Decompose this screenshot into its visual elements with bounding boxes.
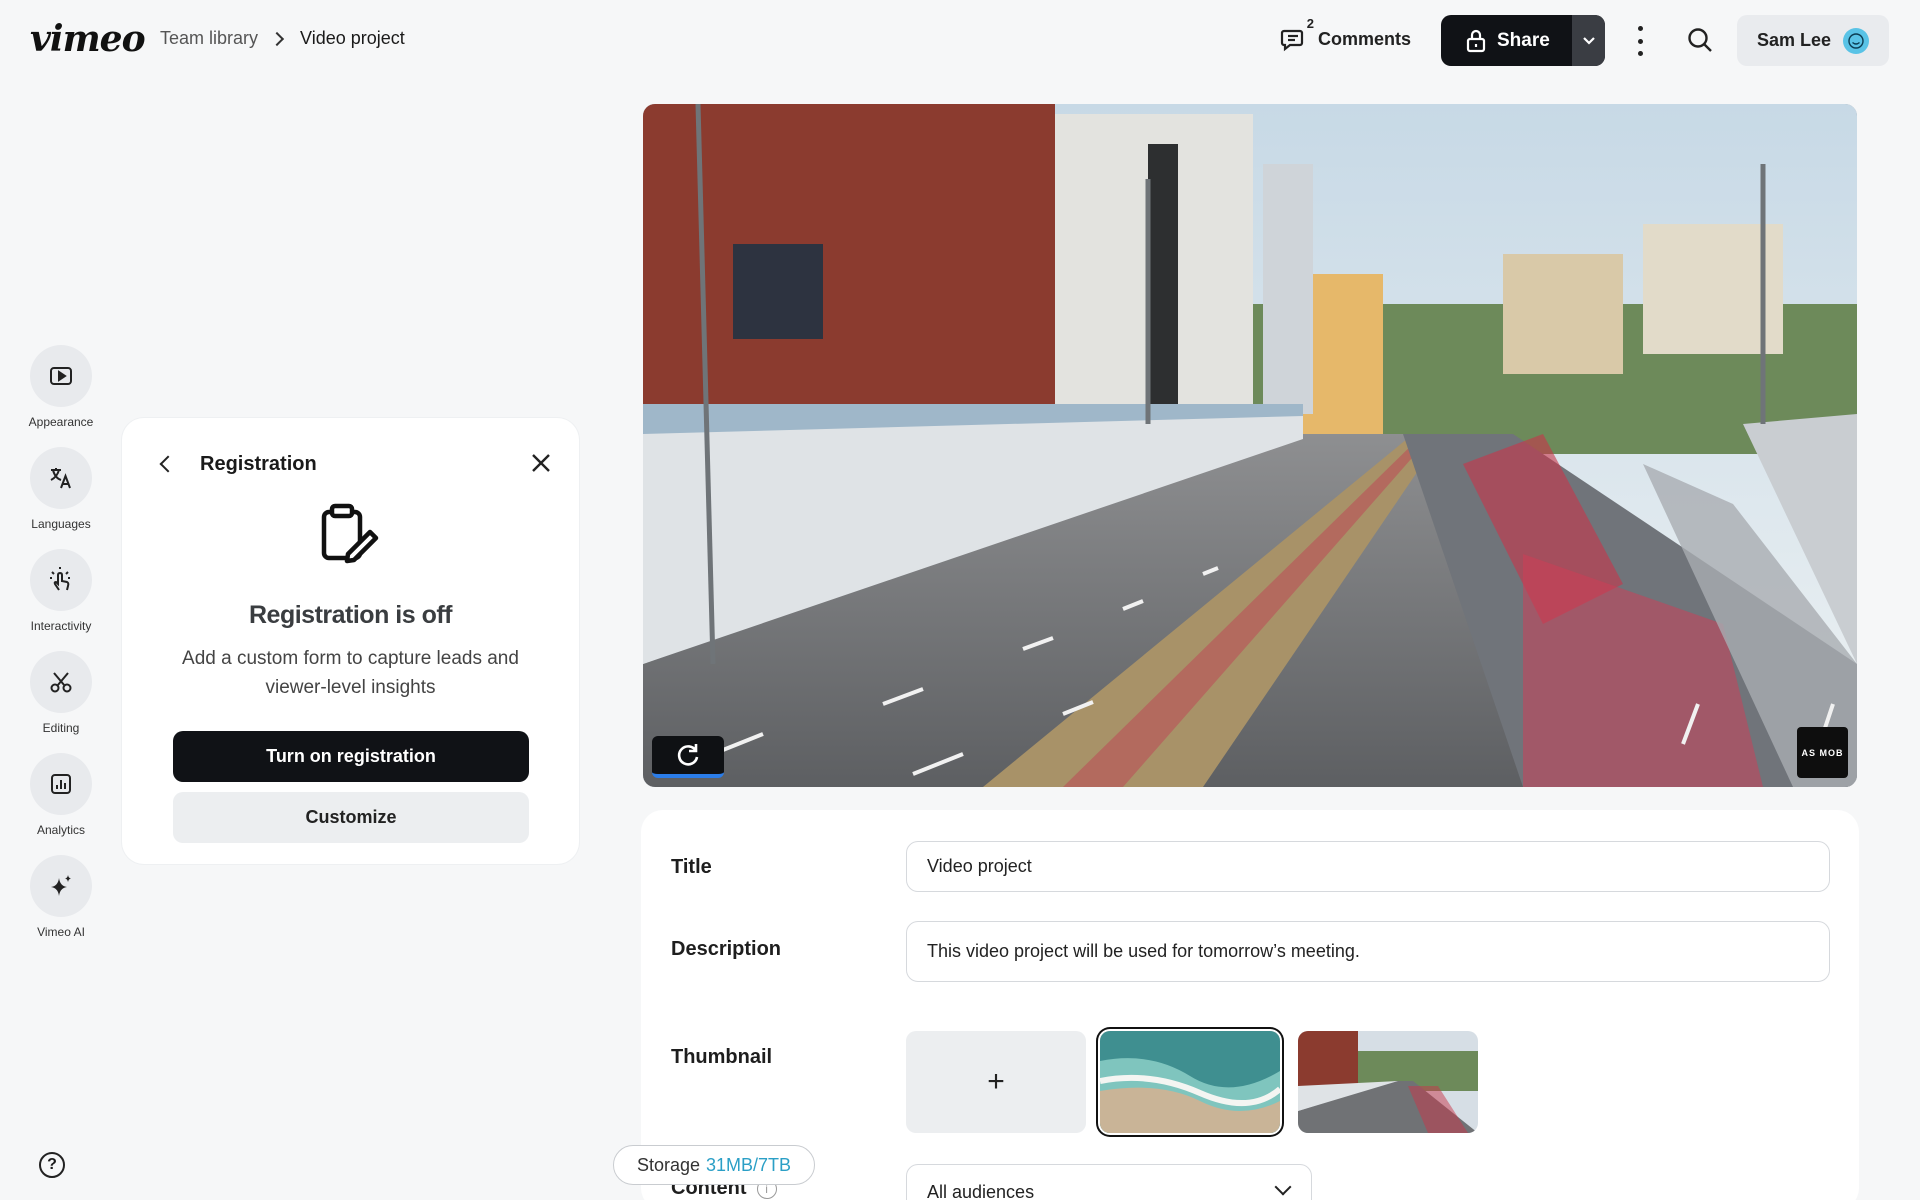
dot-icon	[1637, 26, 1643, 31]
comments-label: Comments	[1318, 28, 1412, 49]
rail-item-vimeo-ai[interactable]: Vimeo AI	[0, 855, 122, 939]
play-box-icon	[50, 367, 72, 385]
smiley-icon	[1848, 32, 1864, 49]
dot-icon	[1637, 51, 1643, 56]
rail-label: Vimeo AI	[37, 925, 85, 939]
user-menu-button[interactable]: Sam Lee	[1737, 15, 1889, 66]
thumbnail-option[interactable]	[1298, 1031, 1478, 1133]
sparkle-icon	[51, 875, 71, 896]
registration-panel: Registration Registration is off Add a c…	[122, 418, 579, 864]
lock-icon	[1466, 29, 1486, 52]
share-button[interactable]: Share	[1441, 15, 1572, 66]
avatar	[1843, 27, 1870, 54]
rail-label: Analytics	[36, 823, 86, 837]
content-audience-value: All audiences	[927, 1181, 1035, 1200]
rail-item-languages[interactable]: Languages	[0, 447, 122, 531]
video-frame-image	[643, 104, 1857, 787]
share-options-button[interactable]	[1572, 15, 1605, 66]
turn-on-registration-button[interactable]: Turn on registration	[173, 731, 529, 782]
search-icon[interactable]	[1686, 26, 1714, 54]
rail-item-editing[interactable]: Editing	[0, 651, 122, 735]
translate-icon	[50, 468, 71, 489]
registration-status-heading: Registration is off	[248, 601, 453, 629]
help-button[interactable]: ?	[39, 1152, 65, 1178]
chevron-down-icon	[1582, 36, 1595, 45]
replay-button[interactable]	[652, 736, 724, 778]
description-label: Description	[671, 938, 782, 960]
rail-item-appearance[interactable]: Appearance	[0, 345, 122, 429]
storage-label: Storage	[636, 1154, 700, 1175]
more-options-button[interactable]	[1636, 26, 1644, 56]
rail-label: Languages	[31, 517, 91, 531]
storage-indicator[interactable]: Storage 31MB/7TB	[613, 1145, 815, 1185]
add-thumbnail-button[interactable]: +	[906, 1031, 1086, 1133]
video-player[interactable]: AS MOB	[643, 104, 1857, 787]
description-input[interactable]: This video project will be used for tomo…	[906, 921, 1830, 982]
back-arrow-icon[interactable]	[159, 455, 177, 473]
chevron-down-icon	[1274, 1178, 1292, 1196]
rail-label: Editing	[42, 721, 80, 735]
clipboard-edit-icon	[321, 503, 379, 564]
vimeo-logo[interactable]: vimeo	[30, 18, 146, 60]
rail-label: Interactivity	[30, 619, 92, 633]
rail-label: Appearance	[28, 415, 94, 429]
video-details-card: Title Video project Description This vid…	[641, 810, 1859, 1200]
content-audience-select[interactable]: All audiences	[906, 1164, 1312, 1200]
thumbnail-label: Thumbnail	[671, 1046, 773, 1068]
title-input[interactable]: Video project	[906, 841, 1830, 892]
comments-count-badge: 2	[1306, 16, 1314, 31]
rail-icon-circle	[30, 549, 92, 611]
user-name: Sam Lee	[1757, 30, 1832, 50]
rail-item-interactivity[interactable]: Interactivity	[0, 549, 122, 633]
rail-icon-circle	[30, 651, 92, 713]
bar-chart-icon	[51, 774, 71, 794]
registration-description: Add a custom form to capture leads and v…	[182, 648, 519, 698]
tap-icon	[50, 567, 70, 591]
replay-icon	[677, 744, 699, 766]
share-button-group: Share	[1441, 15, 1605, 66]
chevron-right-icon	[269, 31, 285, 46]
breadcrumb: Team library Video project	[160, 28, 405, 49]
beach-thumbnail-image	[1100, 1031, 1280, 1133]
top-bar: vimeo Team library Video project 2 Comme…	[0, 0, 1920, 80]
comments-button[interactable]: 2 Comments	[1280, 16, 1412, 54]
customize-button[interactable]: Customize	[173, 792, 529, 843]
rail-icon-circle	[30, 753, 92, 815]
channel-watermark: AS MOB	[1797, 727, 1848, 778]
thumbnail-option-selected[interactable]	[1100, 1031, 1280, 1133]
rail-icon-circle	[30, 855, 92, 917]
breadcrumb-current: Video project	[300, 28, 405, 48]
road-thumbnail-image	[1298, 1031, 1478, 1133]
rail-icon-circle	[30, 345, 92, 407]
share-label: Share	[1497, 29, 1550, 51]
dot-icon	[1637, 38, 1643, 44]
breadcrumb-team-library[interactable]: Team library	[160, 28, 258, 49]
title-label: Title	[671, 856, 712, 878]
scissors-icon	[50, 672, 72, 693]
panel-header: Registration	[152, 448, 552, 480]
comment-icon: 2	[1280, 16, 1314, 54]
close-icon[interactable]	[530, 452, 552, 474]
panel-title: Registration	[200, 452, 317, 475]
storage-value: 31MB/7TB	[706, 1154, 792, 1175]
rail-icon-circle	[30, 447, 92, 509]
rail-item-analytics[interactable]: Analytics	[0, 753, 122, 837]
